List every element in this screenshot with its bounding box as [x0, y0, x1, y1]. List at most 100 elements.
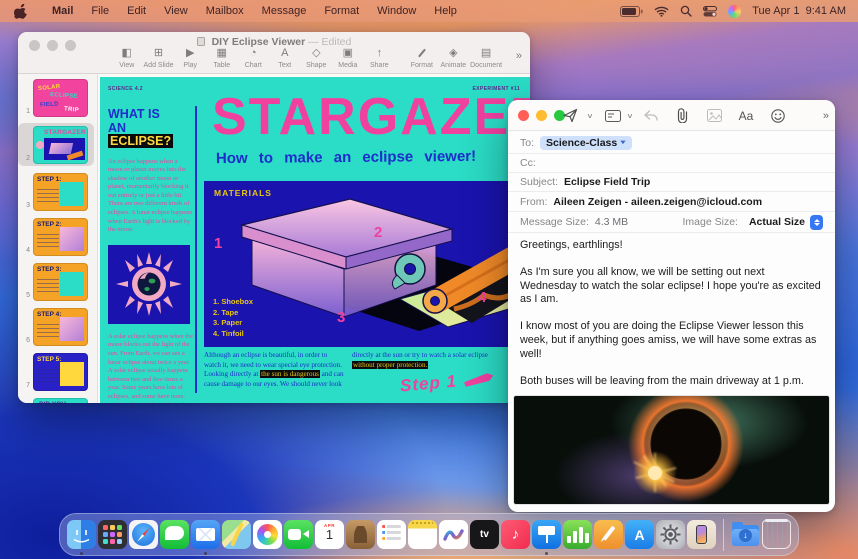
view-button[interactable]: ◧ View	[112, 47, 142, 69]
shape-icon: ◇	[312, 47, 321, 59]
slide-canvas[interactable]: SCIENCE 4.2 EXPERIMENT #11 WHAT IS AN EC…	[98, 74, 530, 403]
token-chevron-icon: ▼	[618, 139, 628, 146]
slide-8-thumbnail[interactable]: DID YOU KNOW	[33, 398, 88, 403]
menu-item-file[interactable]: File	[91, 5, 109, 17]
dock-mail-icon[interactable]	[191, 520, 220, 555]
menu-item-message[interactable]: Message	[262, 5, 307, 17]
dock-apple-tv-icon[interactable]: tv	[470, 520, 499, 549]
to-field[interactable]: To: Science-Class ▼	[508, 132, 835, 154]
format-button[interactable]: Format	[407, 47, 437, 69]
dock-safari-icon[interactable]	[129, 520, 158, 549]
menu-item-view[interactable]: View	[164, 5, 188, 17]
media-button[interactable]: ▣ Media	[333, 47, 363, 69]
dock-calendar-icon[interactable]: APR 1	[315, 520, 344, 549]
menu-item-edit[interactable]: Edit	[127, 5, 146, 17]
image-size-dropdown[interactable]	[810, 214, 823, 230]
slide-thumb-2-selected[interactable]: 2 STARGAZER	[18, 123, 94, 166]
slide-thumb-5[interactable]: 5 STEP 3:	[18, 262, 94, 301]
dock-downloads-icon[interactable]: ↓	[731, 520, 760, 549]
dock-maps-icon[interactable]	[222, 520, 251, 549]
minimize-button[interactable]	[536, 110, 547, 121]
materials-number-3: 3	[337, 309, 346, 326]
slide-2-thumbnail[interactable]: STARGAZER	[33, 126, 88, 164]
slide-4-thumbnail[interactable]: STEP 2:	[33, 218, 88, 256]
dock-notes-icon[interactable]	[408, 520, 437, 549]
slide-6-thumbnail[interactable]: STEP 4:	[33, 308, 88, 346]
control-center-icon[interactable]	[703, 5, 718, 17]
dock-facetime-icon[interactable]	[284, 520, 313, 549]
animate-button[interactable]: ◈ Animate	[439, 47, 469, 69]
slide-thumb-6[interactable]: 6 STEP 4:	[18, 307, 94, 346]
body-paragraph: Greetings, earthlings!	[520, 239, 623, 251]
slide-number: 4	[26, 247, 30, 254]
dock-iphone-mirroring-icon[interactable]	[687, 520, 716, 549]
attach-button[interactable]	[666, 108, 698, 123]
format-text-button[interactable]: Aa	[730, 109, 762, 123]
toolbar-overflow-button[interactable]: »	[823, 110, 829, 122]
body-paragraph: I know most of you are doing the Eclipse…	[520, 320, 817, 360]
dock-messages-icon[interactable]	[160, 520, 189, 549]
dock-freeform-icon[interactable]	[439, 520, 468, 549]
slide-3-thumbnail[interactable]: STEP 1:	[33, 173, 88, 211]
slide-1-thumbnail[interactable]: SOLAR ECLIPSE FIELD TRIP	[33, 79, 88, 117]
thumb-caption-lines	[37, 368, 59, 384]
text-button[interactable]: A Text	[270, 47, 300, 69]
play-button[interactable]: ▶ Play	[175, 47, 205, 69]
slide-thumb-8[interactable]: 8 DID YOU KNOW	[18, 397, 94, 403]
menu-item-window[interactable]: Window	[377, 5, 416, 17]
slide-thumb-1[interactable]: 1 SOLAR ECLIPSE FIELD TRIP	[18, 78, 94, 117]
dock-pages-icon[interactable]	[594, 520, 623, 549]
menu-item-mail[interactable]: Mail	[52, 5, 73, 17]
eclipse-photo-attachment[interactable]	[514, 396, 829, 504]
document-button[interactable]: ▤ Document	[470, 47, 502, 69]
dock-music-icon[interactable]: ♪	[501, 520, 530, 549]
materials-list: 1. Shoebox 2. Tape 3. Paper 4. Tinfoil	[213, 297, 254, 338]
cc-field[interactable]: Cc:	[508, 154, 835, 173]
warning-text-right: directly at the sun or try to watch a so…	[352, 351, 488, 369]
dock-trash-icon[interactable]	[762, 519, 791, 549]
subject-field[interactable]: Subject: Eclipse Field Trip	[508, 173, 835, 192]
slide-7-thumbnail[interactable]: STEP 5:	[33, 353, 88, 391]
emoji-button[interactable]	[762, 108, 794, 123]
from-field[interactable]: From: Aileen Zeigen - aileen.zeigen@iclo…	[508, 192, 835, 212]
menu-bar-clock[interactable]: Tue Apr 1 9:41 AM	[752, 5, 846, 17]
recipient-token[interactable]: Science-Class ▼	[540, 135, 633, 150]
battery-icon[interactable]	[620, 5, 643, 17]
menu-item-mailbox[interactable]: Mailbox	[206, 5, 244, 17]
slide-thumb-4[interactable]: 4 STEP 2:	[18, 217, 94, 256]
dock-reminders-icon[interactable]	[377, 520, 406, 549]
shape-button[interactable]: ◇ Shape	[302, 47, 332, 69]
reply-icon	[636, 109, 666, 122]
chart-button[interactable]: ◔ Chart	[239, 47, 269, 69]
animate-icon: ◈	[449, 47, 458, 59]
send-chevron-icon[interactable]: ∨	[579, 112, 601, 120]
add-slide-button[interactable]: ⊞ Add Slide	[144, 47, 174, 69]
table-button[interactable]: ▦ Table	[207, 47, 237, 69]
dock-launchpad-icon[interactable]	[98, 520, 127, 549]
menu-item-format[interactable]: Format	[324, 5, 359, 17]
dock-contacts-icon[interactable]	[346, 520, 375, 549]
dock-photos-icon[interactable]	[253, 520, 282, 549]
siri-icon[interactable]	[728, 4, 742, 18]
slide-number: 1	[26, 108, 30, 115]
current-slide: SCIENCE 4.2 EXPERIMENT #11 WHAT IS AN EC…	[100, 77, 530, 403]
close-button[interactable]	[518, 110, 529, 121]
size-row: Message Size: 4.3 MB Image Size: Actual …	[508, 212, 835, 233]
slide-5-thumbnail[interactable]: STEP 3:	[33, 263, 88, 301]
share-button[interactable]: ↑ Share	[365, 47, 395, 69]
dock-app-store-icon[interactable]: A	[625, 520, 654, 549]
menu-item-help[interactable]: Help	[434, 5, 457, 17]
dock-keynote-icon[interactable]	[532, 520, 561, 555]
slide-thumb-3[interactable]: 3 STEP 1:	[18, 172, 94, 211]
slide-thumb-7[interactable]: 7 STEP 5:	[18, 352, 94, 391]
apple-menu-icon[interactable]	[14, 3, 27, 19]
sun-illustration-box	[108, 244, 190, 324]
share-icon: ↑	[376, 47, 383, 59]
text-icon: A	[281, 47, 289, 59]
dock-finder-icon[interactable]	[67, 520, 96, 555]
dock-numbers-icon[interactable]	[563, 520, 592, 549]
dock-system-settings-icon[interactable]	[656, 520, 685, 549]
toolbar-overflow-button[interactable]: »	[516, 50, 522, 62]
wifi-icon[interactable]	[654, 6, 669, 17]
search-icon[interactable]	[680, 5, 692, 17]
